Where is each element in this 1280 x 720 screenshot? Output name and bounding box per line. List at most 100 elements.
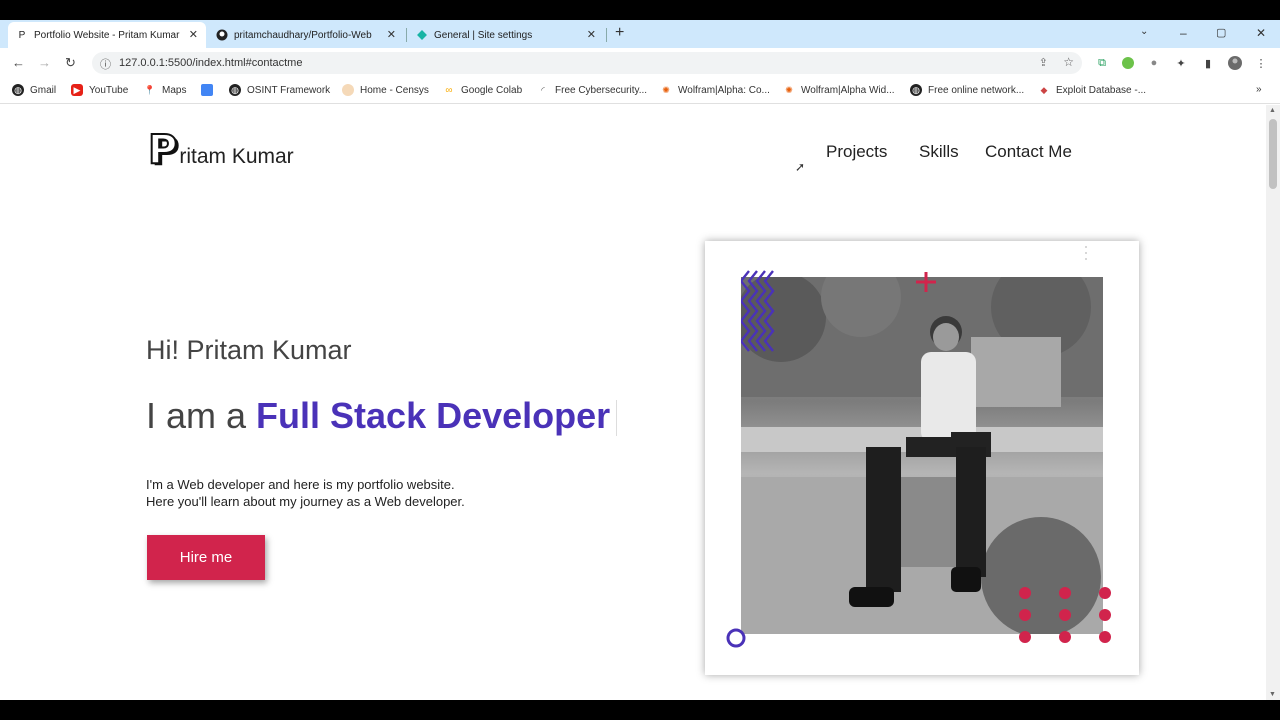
red-dots-decoration-icon [1019, 587, 1111, 643]
logo-text: ritam Kumar [179, 145, 294, 168]
bookmark-censys[interactable]: Home - Censys [342, 84, 429, 96]
url-text[interactable]: 127.0.0.1:5500/index.html#contactme [119, 57, 302, 69]
greeting-heading: Hi! Pritam Kumar [146, 335, 352, 365]
diamond-icon [416, 29, 428, 41]
site-info-icon[interactable]: ⓘ [100, 56, 111, 72]
role-highlight: Full Stack Developer [256, 395, 611, 436]
logo-letter: P [147, 127, 178, 173]
bookmark-wolfram-co[interactable]: ✺ Wolfram|Alpha: Co... [660, 84, 770, 96]
youtube-icon: ▶ [71, 84, 83, 96]
bookmark-label: Free online network... [928, 84, 1025, 96]
bookmark-label: YouTube [89, 84, 129, 96]
bookmark-cybersecurity[interactable]: ◜ Free Cybersecurity... [537, 84, 647, 96]
extension-green-icon[interactable] [1121, 56, 1135, 70]
tab-title: General | Site settings [434, 29, 533, 41]
tab-search-icon[interactable]: ⌄ [1140, 26, 1148, 37]
intro-line-2: Here you'll learn about my journey as a … [146, 494, 465, 509]
extension-bug-icon[interactable]: ● [1147, 56, 1161, 70]
nav-projects[interactable]: Projects [826, 142, 887, 162]
bookmark-label: Wolfram|Alpha Wid... [801, 84, 895, 96]
tab-divider [406, 28, 407, 42]
address-bar[interactable]: ⓘ 127.0.0.1:5500/index.html#contactme ⇪ … [92, 52, 1082, 74]
profile-card [705, 241, 1139, 675]
extension-copy-icon[interactable]: ⧉ [1095, 56, 1109, 70]
bookmark-label: Gmail [30, 84, 57, 96]
bookmark-osint[interactable]: ◍ OSINT Framework [229, 84, 330, 96]
exploitdb-icon: ◆ [1040, 84, 1048, 95]
role-heading: I am a Full Stack Developer [146, 395, 618, 437]
bookmarks-bar: ◍ Gmail ▶ YouTube 📍 Maps ◍ OSINT Framework H… [0, 78, 1280, 104]
forward-icon[interactable]: → [38, 55, 51, 70]
page-scrollbar[interactable]: ▲ ▼ [1266, 105, 1280, 700]
portfolio-page: P ritam Kumar ➚ Projects Skills Contact … [0, 105, 1266, 700]
bookmark-star-icon[interactable]: ☆ [1063, 55, 1074, 69]
dots-decoration-icon [1085, 246, 1087, 260]
extensions-puzzle-icon[interactable]: ✦ [1174, 56, 1188, 70]
bookmark-maps[interactable]: 📍 Maps [144, 84, 186, 96]
bookmark-folder[interactable] [201, 84, 219, 96]
bookmark-label: OSINT Framework [247, 84, 331, 96]
bookmarks-overflow-button[interactable]: » [1256, 84, 1262, 95]
close-window-button[interactable]: ✕ [1256, 26, 1266, 40]
intro-line-1: I'm a Web developer and here is my portf… [146, 477, 455, 492]
bookmark-colab[interactable]: ∞ Google Colab [443, 84, 522, 96]
bookmark-wolfram-wid[interactable]: ✺ Wolfram|Alpha Wid... [783, 84, 895, 96]
scroll-up-icon[interactable]: ▲ [1269, 107, 1276, 114]
bookmark-label: Google Colab [461, 84, 523, 96]
close-tab-icon[interactable]: ✕ [189, 28, 198, 41]
bookmark-label: Exploit Database -... [1056, 84, 1147, 96]
tab-title: pritamchaudhary/Portfolio-Web [234, 29, 372, 41]
github-icon [216, 29, 228, 41]
reload-icon[interactable]: ↻ [65, 55, 76, 71]
globe-icon: ◍ [910, 84, 922, 96]
bookmark-label: Wolfram|Alpha: Co... [678, 84, 770, 96]
share-icon[interactable]: ⇪ [1039, 56, 1048, 69]
nav-contact-me[interactable]: Contact Me [985, 142, 1072, 162]
maps-icon: 📍 [144, 84, 156, 95]
circle-decoration-icon [726, 628, 746, 648]
globe-icon: ◍ [12, 84, 24, 96]
hire-me-button[interactable]: Hire me [147, 535, 265, 580]
profile-avatar[interactable] [1228, 56, 1242, 70]
censys-icon [342, 84, 354, 96]
tab-divider [606, 28, 607, 42]
tab-bar: P Portfolio Website - Pritam Kumar ✕ pri… [0, 20, 1280, 48]
portfolio-favicon-icon: P [18, 29, 26, 41]
site-logo[interactable]: P ritam Kumar [147, 127, 294, 173]
zigzag-decoration-icon [741, 270, 775, 352]
bookmark-label: Free Cybersecurity... [555, 84, 648, 96]
folder-icon [201, 84, 213, 96]
bookmark-youtube[interactable]: ▶ YouTube [71, 84, 128, 96]
tab-site-settings[interactable]: General | Site settings ✕ [408, 22, 604, 48]
wolfram-icon: ✺ [662, 84, 670, 95]
minimize-button[interactable]: – [1180, 26, 1187, 40]
intro-description: I'm a Web developer and here is my portf… [146, 476, 465, 510]
scroll-down-icon[interactable]: ▼ [1269, 691, 1276, 698]
wolfram-icon: ✺ [785, 84, 793, 95]
close-tab-icon[interactable]: ✕ [387, 28, 396, 41]
maximize-button[interactable]: ▢ [1216, 26, 1226, 39]
profile-photo [741, 277, 1103, 634]
typing-caret [616, 400, 618, 437]
new-tab-button[interactable]: + [615, 24, 624, 42]
browser-toolbar: ← → ↻ ⓘ 127.0.0.1:5500/index.html#contac… [0, 48, 1280, 78]
role-prefix: I am a [146, 395, 257, 436]
globe-icon: ◍ [229, 84, 241, 96]
colab-icon: ∞ [445, 84, 453, 96]
tab-github[interactable]: pritamchaudhary/Portfolio-Web ✕ [208, 22, 404, 48]
bookmark-exploitdb[interactable]: ◆ Exploit Database -... [1038, 84, 1147, 96]
browser-window: P Portfolio Website - Pritam Kumar ✕ pri… [0, 20, 1280, 700]
tab-portfolio[interactable]: P Portfolio Website - Pritam Kumar ✕ [8, 22, 206, 48]
tab-title: Portfolio Website - Pritam Kumar [34, 29, 180, 41]
mouse-cursor-icon: ➚ [795, 160, 806, 174]
side-panel-icon[interactable]: ▮ [1201, 56, 1215, 70]
scrollbar-thumb[interactable] [1269, 119, 1277, 189]
back-icon[interactable]: ← [12, 55, 25, 70]
bookmark-network[interactable]: ◍ Free online network... [910, 84, 1024, 96]
bookmark-gmail[interactable]: ◍ Gmail [12, 84, 56, 96]
browser-menu-icon[interactable]: ⋮ [1254, 56, 1268, 70]
plus-decoration-icon [916, 272, 936, 292]
bookmark-label: Maps [162, 84, 187, 96]
close-tab-icon[interactable]: ✕ [587, 28, 596, 41]
nav-skills[interactable]: Skills [919, 142, 959, 162]
